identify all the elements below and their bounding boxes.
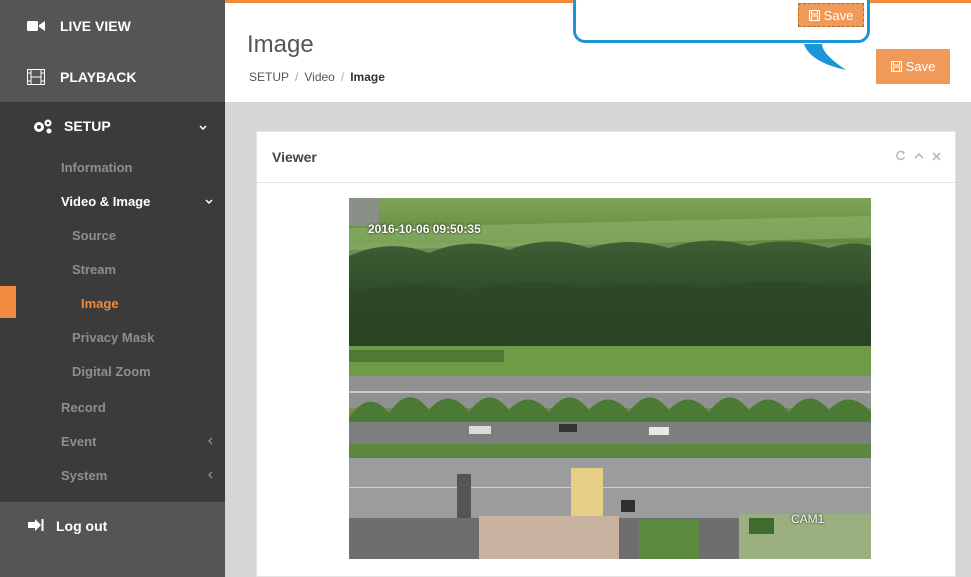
close-icon[interactable] xyxy=(932,150,941,164)
nav-live-view-label: LIVE VIEW xyxy=(60,17,131,34)
sidebar-item-information[interactable]: Information xyxy=(0,150,225,184)
sidebar-item-label: System xyxy=(61,467,108,483)
nav-setup-label: SETUP xyxy=(64,118,111,134)
sidebar-item-event[interactable]: Event xyxy=(0,424,225,458)
callout-save-label: Save xyxy=(823,7,854,23)
panel-header: Viewer xyxy=(257,132,955,183)
viewer-panel: Viewer 2016-10-06 09:50:35 CAM1 xyxy=(256,131,956,577)
camera-feed-image xyxy=(349,198,871,559)
sidebar-item-label: Event xyxy=(61,433,97,449)
save-button[interactable]: Save xyxy=(876,49,950,84)
sidebar-item-source[interactable]: Source xyxy=(0,218,225,252)
save-button-label: Save xyxy=(905,59,936,74)
panel-tools xyxy=(895,150,941,164)
sidebar-item-label: Image xyxy=(81,295,119,311)
sidebar-item-system[interactable]: System xyxy=(0,458,225,492)
sidebar-item-label: Source xyxy=(72,227,117,243)
sidebar-item-label: Video & Image xyxy=(61,193,151,209)
page-title: Image xyxy=(247,31,314,58)
floppy-disk-icon xyxy=(890,61,902,72)
chevron-left-icon xyxy=(207,434,213,448)
breadcrumb-item[interactable]: SETUP xyxy=(249,70,289,84)
nav-logout[interactable]: Log out xyxy=(0,502,225,577)
chevron-down-icon xyxy=(205,194,213,208)
nav-playback-label: PLAYBACK xyxy=(60,68,137,85)
breadcrumb-current: Image xyxy=(350,70,385,84)
sidebar-item-label: Stream xyxy=(72,261,117,277)
sidebar-item-video-image[interactable]: Video & Image xyxy=(0,184,225,218)
chevron-left-icon xyxy=(207,468,213,482)
breadcrumb-item[interactable]: Video xyxy=(304,70,334,84)
save-callout: Save xyxy=(573,0,870,43)
video-timestamp: 2016-10-06 09:50:35 xyxy=(368,222,481,236)
gears-icon xyxy=(32,118,54,134)
callout-save-button[interactable]: Save xyxy=(798,3,864,27)
nav-logout-label: Log out xyxy=(56,518,108,534)
chevron-down-icon xyxy=(199,118,207,134)
sidebar-item-label: Digital Zoom xyxy=(72,363,151,379)
panel-title: Viewer xyxy=(272,149,317,165)
callout-tail xyxy=(804,44,846,70)
sidebar-item-label: Information xyxy=(61,159,133,175)
nav-setup[interactable]: SETUP xyxy=(0,102,225,150)
sidebar-item-record[interactable]: Record xyxy=(0,390,225,424)
logout-icon xyxy=(28,518,44,535)
camera-viewer[interactable]: 2016-10-06 09:50:35 CAM1 xyxy=(349,198,871,559)
sidebar-item-image[interactable]: Image xyxy=(0,286,225,320)
nav-playback[interactable]: PLAYBACK xyxy=(0,51,225,102)
video-camera-icon xyxy=(26,18,46,34)
top-nav: LIVE VIEW PLAYBACK xyxy=(0,0,225,102)
sidebar-item-stream[interactable]: Stream xyxy=(0,252,225,286)
sidebar-item-label: Privacy Mask xyxy=(72,329,155,345)
nav-live-view[interactable]: LIVE VIEW xyxy=(0,0,225,51)
camera-label: CAM1 xyxy=(791,512,825,526)
sidebar: LIVE VIEW PLAYBACK SETUP Information Vid… xyxy=(0,0,225,577)
sidebar-item-label: Record xyxy=(61,399,106,415)
floppy-disk-icon xyxy=(808,9,820,21)
sidebar-item-privacy-mask[interactable]: Privacy Mask xyxy=(0,320,225,354)
sidebar-item-digital-zoom[interactable]: Digital Zoom xyxy=(0,354,225,388)
collapse-icon[interactable] xyxy=(914,150,924,164)
film-icon xyxy=(26,68,46,85)
refresh-icon[interactable] xyxy=(895,150,906,164)
breadcrumb: SETUP / Video / Image xyxy=(249,70,385,84)
